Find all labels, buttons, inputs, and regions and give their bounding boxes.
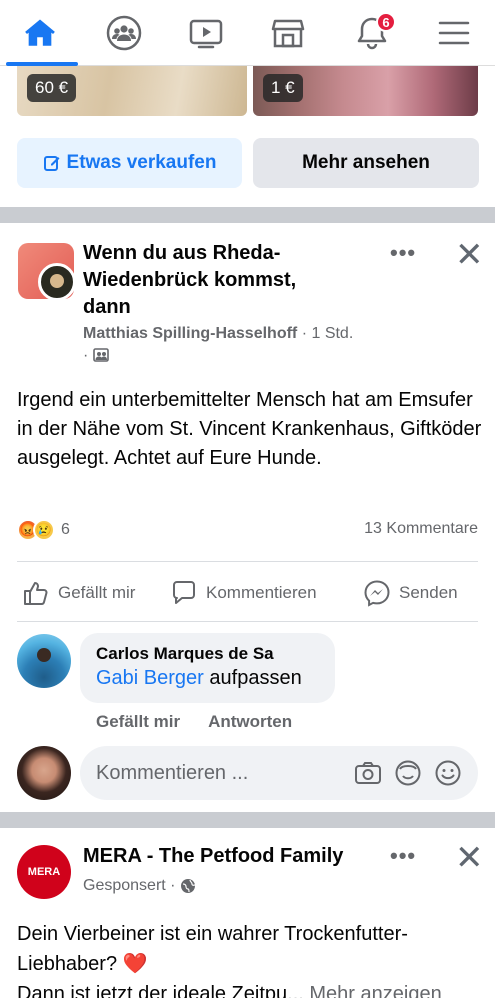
- close-icon[interactable]: ✕: [455, 841, 484, 875]
- send-button[interactable]: Senden: [363, 575, 458, 611]
- see-more-label: Mehr ansehen: [302, 152, 430, 173]
- ad-options-button[interactable]: •••: [390, 843, 416, 869]
- sad-reaction-icon: 😢: [33, 519, 55, 541]
- marketplace-item-price: 1 €: [263, 74, 303, 102]
- nav-watch[interactable]: [166, 0, 246, 66]
- separator: [17, 621, 478, 622]
- emoji-icon[interactable]: [434, 759, 462, 787]
- ad-body-line2: Dann ist jetzt der ideale Zeitpu: [17, 983, 288, 998]
- marketplace-item-price: 60 €: [27, 74, 77, 102]
- post-meta: Matthias Spilling-Hasselhoff · 1 Std. ·: [83, 323, 363, 367]
- send-label: Senden: [399, 583, 458, 602]
- ad-meta: Gesponsert ·: [83, 877, 196, 895]
- post-group-title[interactable]: Wenn du aus Rheda-Wiedenbrück kommst, da…: [83, 240, 343, 321]
- top-navigation: 6: [0, 0, 495, 66]
- advertiser-name[interactable]: MERA - The Petfood Family: [83, 845, 343, 868]
- nav-marketplace[interactable]: [248, 0, 328, 66]
- see-more-link[interactable]: ... Mehr anzeigen: [287, 983, 442, 998]
- menu-icon: [438, 21, 470, 45]
- comment-button[interactable]: Kommentieren: [170, 575, 317, 611]
- groups-icon: [106, 15, 142, 51]
- feed-divider: [0, 207, 495, 223]
- ad-body-line1: Dein Vierbeiner ist ein wahrer Trockenfu…: [17, 923, 408, 975]
- comment-bubble: Carlos Marques de Sa Gabi Berger aufpass…: [80, 633, 335, 703]
- post-body: Irgend ein unterbemittelter Mensch hat a…: [17, 389, 482, 469]
- close-icon[interactable]: ✕: [455, 238, 484, 272]
- commenter-name[interactable]: Carlos Marques de Sa: [96, 643, 319, 665]
- camera-icon[interactable]: [354, 759, 382, 787]
- marketplace-item-image[interactable]: 1 €: [253, 66, 478, 116]
- globe-icon: [181, 879, 196, 893]
- notification-badge: 6: [376, 12, 396, 32]
- edit-icon: [43, 156, 60, 171]
- comment-actions: Gefällt mir Antworten: [96, 712, 292, 732]
- comment-reply-button[interactable]: Antworten: [208, 712, 292, 732]
- advertiser-avatar[interactable]: MERA: [17, 845, 71, 899]
- post-options-button[interactable]: •••: [390, 240, 416, 266]
- video-icon: [189, 19, 223, 49]
- author-avatar[interactable]: [38, 263, 76, 301]
- comment-input[interactable]: Kommentieren ...: [80, 746, 478, 800]
- see-more-button[interactable]: Mehr ansehen: [253, 138, 479, 188]
- thumbs-up-icon: [24, 582, 48, 605]
- nav-home[interactable]: [0, 0, 80, 66]
- comment-input-placeholder: Kommentieren ...: [96, 761, 249, 784]
- comment-body: aufpassen: [203, 667, 302, 689]
- like-button[interactable]: Gefällt mir: [22, 575, 135, 611]
- post-author[interactable]: Matthias Spilling-Hasselhoff: [83, 325, 297, 342]
- separator: [17, 561, 478, 562]
- reaction-summary[interactable]: 😡 😢 6: [17, 517, 70, 543]
- commenter-avatar[interactable]: [17, 634, 71, 688]
- sell-something-label: Etwas verkaufen: [66, 152, 217, 173]
- heart-icon: ❤️: [122, 953, 148, 975]
- current-user-avatar[interactable]: [17, 746, 71, 800]
- nav-menu[interactable]: [414, 0, 494, 66]
- comment-count[interactable]: 13 Kommentare: [364, 520, 478, 538]
- group-privacy-icon: [92, 348, 109, 362]
- comment-icon: [173, 581, 195, 604]
- comment-label: Kommentieren: [206, 583, 317, 602]
- sell-something-button[interactable]: Etwas verkaufen: [17, 138, 242, 188]
- avatar-sticker-icon[interactable]: [394, 759, 422, 787]
- like-label: Gefällt mir: [58, 583, 136, 602]
- comment-mention[interactable]: Gabi Berger: [96, 667, 204, 689]
- home-icon: [25, 19, 55, 46]
- ad-body: Dein Vierbeiner ist ein wahrer Trockenfu…: [17, 919, 487, 998]
- comment-text: Gabi Berger aufpassen: [96, 665, 319, 692]
- messenger-icon: [364, 580, 390, 607]
- store-icon: [271, 19, 305, 48]
- composer-icons: [354, 759, 462, 787]
- reaction-count: 6: [61, 521, 70, 538]
- feed-divider: [0, 812, 495, 828]
- comment-like-button[interactable]: Gefällt mir: [96, 712, 180, 732]
- nav-groups[interactable]: [84, 0, 164, 66]
- sponsored-label: Gesponsert ·: [83, 877, 176, 894]
- marketplace-item-image[interactable]: 60 €: [17, 66, 247, 116]
- nav-notifications[interactable]: 6: [332, 0, 412, 66]
- advertiser-logo-text: MERA: [27, 866, 61, 878]
